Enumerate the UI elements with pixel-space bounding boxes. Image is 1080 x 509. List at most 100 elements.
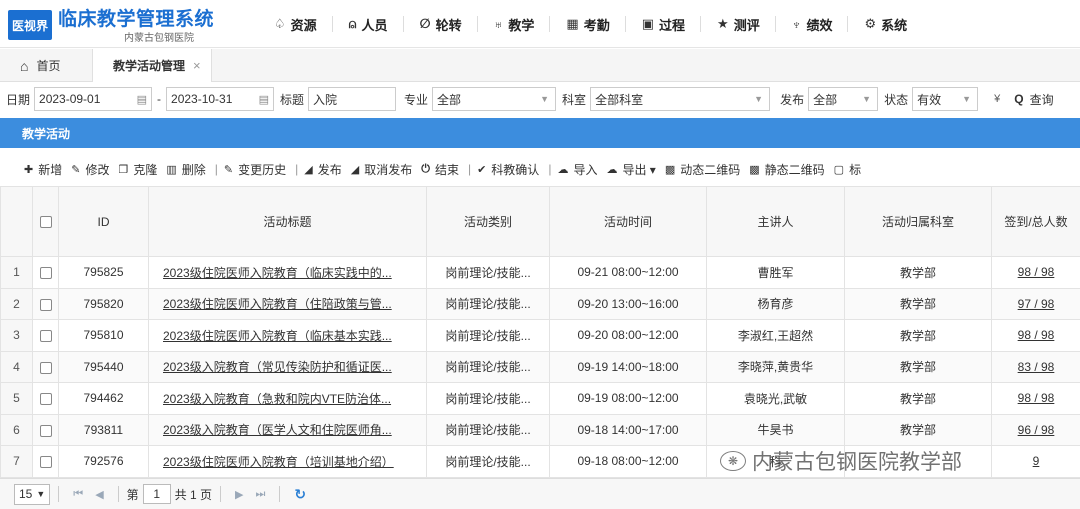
row-select-checkbox[interactable]: [39, 456, 52, 469]
cell-count[interactable]: 98 / 98: [991, 256, 1080, 289]
cell-title[interactable]: 2023级住院医师入院教育（临床基本实践...: [148, 319, 427, 352]
select-all-checkbox[interactable]: [39, 216, 52, 229]
status-select[interactable]: 有效 ▼: [912, 87, 979, 111]
cell-count[interactable]: 9: [991, 445, 1080, 478]
next-page-icon[interactable]: ▶: [235, 488, 243, 501]
activity-title-link[interactable]: 2023级住院医师入院教育（临床实践中的...: [163, 266, 392, 280]
row-checkbox[interactable]: [32, 413, 59, 446]
signin-count-link[interactable]: 98 / 98: [1018, 265, 1055, 279]
toolbar-button-2[interactable]: ❐ 克隆: [118, 161, 166, 178]
cell-title[interactable]: 2023级入院教育（急救和院内VTE防治体...: [148, 382, 427, 415]
col-title[interactable]: 活动标题: [148, 186, 427, 257]
cell-title[interactable]: 2023级入院教育（常见传染防护和循证医...: [148, 350, 427, 383]
calendar-icon[interactable]: ▤: [137, 93, 147, 106]
tab-teaching-activity[interactable]: 教学活动管理 ×: [92, 49, 212, 82]
toolbar-button-9[interactable]: ☁ 导入: [557, 161, 606, 178]
row-checkbox[interactable]: [32, 287, 59, 320]
calendar-icon[interactable]: ▤: [259, 93, 269, 106]
toolbar-button-6[interactable]: ◢ 取消发布: [351, 161, 421, 178]
cell-title[interactable]: 2023级住院医师入院教育（临床实践中的...: [148, 256, 427, 289]
cell-title[interactable]: 2023级住院医师入院教育（培训基地介绍）: [148, 445, 427, 478]
page-size-select[interactable]: 15 ▼: [14, 483, 51, 505]
nav-item-8[interactable]: ⚙ 系统: [848, 0, 923, 48]
activity-title-link[interactable]: 2023级入院教育（医学人文和住院医师角...: [163, 423, 392, 437]
row-checkbox[interactable]: [32, 350, 59, 383]
signin-count-link[interactable]: 9: [1033, 454, 1040, 468]
expand-filters-icon[interactable]: ¥: [994, 93, 1000, 105]
nav-item-2[interactable]: ∅ 轮转: [404, 0, 478, 48]
table-row[interactable]: 4 795440 2023级入院教育（常见传染防护和循证医... 岗前理论/技能...…: [0, 350, 1080, 383]
refresh-icon[interactable]: ↻: [294, 486, 306, 503]
col-speaker[interactable]: 主讲人: [706, 186, 845, 257]
row-select-checkbox[interactable]: [39, 393, 52, 406]
table-row[interactable]: 2 795820 2023级住院医师入院教育（住陪政策与管... 岗前理论/技能...…: [0, 287, 1080, 320]
col-time[interactable]: 活动时间: [549, 186, 707, 257]
query-button[interactable]: Q 查询: [1014, 91, 1053, 108]
nav-item-3[interactable]: ♅ 教学: [478, 0, 551, 48]
signin-count-link[interactable]: 83 / 98: [1018, 360, 1055, 374]
logo[interactable]: 医视界: [8, 10, 52, 40]
cell-count[interactable]: 96 / 98: [991, 413, 1080, 446]
row-checkbox[interactable]: [32, 382, 59, 415]
signin-count-link[interactable]: 97 / 98: [1018, 297, 1055, 311]
col-count[interactable]: 签到/总人数: [991, 186, 1080, 257]
col-id[interactable]: ID: [58, 186, 149, 257]
col-dept[interactable]: 活动归属科室: [844, 186, 992, 257]
close-icon[interactable]: ×: [193, 58, 201, 73]
nav-item-0[interactable]: ♤ 资源: [258, 0, 333, 48]
row-checkbox[interactable]: [32, 445, 59, 478]
toolbar-button-1[interactable]: ✎ 修改: [71, 161, 118, 178]
select-all-header[interactable]: [32, 186, 59, 257]
nav-item-5[interactable]: ▣ 过程: [626, 0, 702, 48]
last-page-icon[interactable]: ⏭: [255, 488, 265, 501]
first-page-icon[interactable]: ⏮: [73, 488, 83, 501]
cell-count[interactable]: 98 / 98: [991, 382, 1080, 415]
toolbar-button-13[interactable]: ▢ 标: [834, 161, 870, 178]
row-select-checkbox[interactable]: [39, 267, 52, 280]
activity-title-link[interactable]: 2023级住院医师入院教育（临床基本实践...: [163, 329, 392, 343]
toolbar-button-5[interactable]: ◢ 发布: [304, 161, 350, 178]
col-category[interactable]: 活动类别: [426, 186, 550, 257]
cell-title[interactable]: 2023级住院医师入院教育（住陪政策与管...: [148, 287, 427, 320]
nav-item-6[interactable]: ★ 测评: [701, 0, 776, 48]
toolbar-button-7[interactable]: ⏻ 结束: [421, 161, 468, 178]
toolbar-button-8[interactable]: ✔ 科教确认: [477, 161, 548, 178]
nav-item-7[interactable]: ♆ 绩效: [776, 0, 849, 48]
table-row[interactable]: 5 794462 2023级入院教育（急救和院内VTE防治体... 岗前理论/技能..…: [0, 382, 1080, 415]
prev-page-icon[interactable]: ◀: [95, 488, 103, 501]
date-from-input[interactable]: 2023-09-01 ▤: [34, 87, 153, 111]
publish-select[interactable]: 全部 ▼: [808, 87, 879, 111]
table-row[interactable]: 1 795825 2023级住院医师入院教育（临床实践中的... 岗前理论/技能...…: [0, 256, 1080, 289]
title-input[interactable]: 入院: [308, 87, 397, 111]
toolbar-button-10[interactable]: ☁ 导出 ▾: [606, 161, 664, 178]
major-select[interactable]: 全部 ▼: [432, 87, 557, 111]
row-checkbox[interactable]: [32, 319, 59, 352]
row-select-checkbox[interactable]: [39, 298, 52, 311]
table-row[interactable]: 6 793811 2023级入院教育（医学人文和住院医师角... 岗前理论/技能...…: [0, 413, 1080, 446]
activity-title-link[interactable]: 2023级住院医师入院教育（住陪政策与管...: [163, 297, 392, 311]
activity-title-link[interactable]: 2023级入院教育（急救和院内VTE防治体...: [163, 392, 391, 406]
toolbar-button-12[interactable]: ▩ 静态二维码: [749, 161, 833, 178]
toolbar-button-11[interactable]: ▩ 动态二维码: [665, 161, 749, 178]
table-row[interactable]: 3 795810 2023级住院医师入院教育（临床基本实践... 岗前理论/技能...…: [0, 319, 1080, 352]
cell-count[interactable]: 98 / 98: [991, 319, 1080, 352]
signin-count-link[interactable]: 98 / 98: [1018, 391, 1055, 405]
nav-item-4[interactable]: ▦ 考勤: [550, 0, 627, 48]
cell-count[interactable]: 97 / 98: [991, 287, 1080, 320]
activity-title-link[interactable]: 2023级入院教育（常见传染防护和循证医...: [163, 360, 392, 374]
dept-select[interactable]: 全部科室 ▼: [590, 87, 771, 111]
tab-home[interactable]: ⌂ 首页: [0, 49, 90, 82]
toolbar-button-0[interactable]: ✚ 新增: [0, 161, 71, 178]
row-select-checkbox[interactable]: [39, 424, 52, 437]
date-to-input[interactable]: 2023-10-31 ▤: [166, 87, 275, 111]
activity-title-link[interactable]: 2023级住院医师入院教育（培训基地介绍）: [163, 455, 394, 469]
signin-count-link[interactable]: 96 / 98: [1018, 423, 1055, 437]
row-checkbox[interactable]: [32, 256, 59, 289]
page-input[interactable]: 1: [142, 484, 171, 504]
row-select-checkbox[interactable]: [39, 361, 52, 374]
row-select-checkbox[interactable]: [39, 330, 52, 343]
signin-count-link[interactable]: 98 / 98: [1018, 328, 1055, 342]
nav-item-1[interactable]: ⍝ 人员: [333, 0, 404, 48]
toolbar-button-4[interactable]: ✎ 变更历史: [224, 161, 295, 178]
cell-title[interactable]: 2023级入院教育（医学人文和住院医师角...: [148, 413, 427, 446]
